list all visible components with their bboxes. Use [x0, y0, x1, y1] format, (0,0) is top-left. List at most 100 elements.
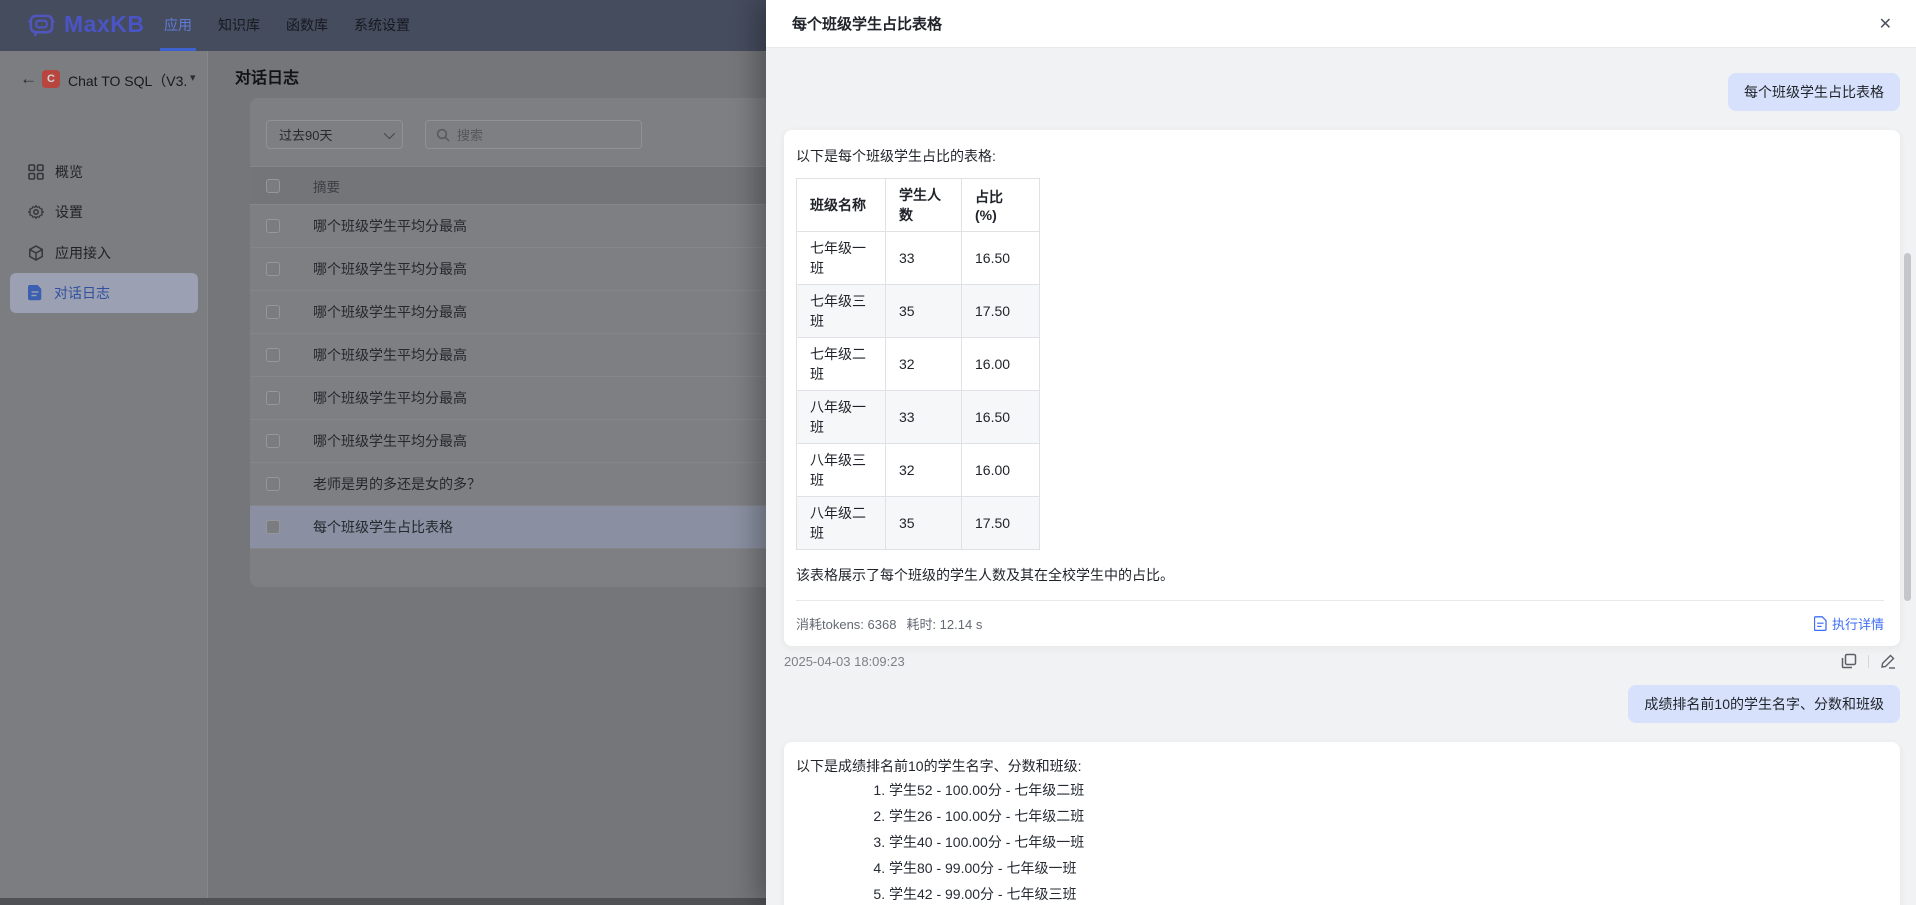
- answer-intro: 以下是成绩排名前10的学生名字、分数和班级:: [796, 756, 1884, 776]
- row-checkbox[interactable]: [266, 434, 280, 448]
- table-row[interactable]: 老师是男的多还是女的多？: [250, 463, 790, 506]
- row-summary: 老师是男的多还是女的多？: [313, 474, 481, 494]
- app-name: Chat TO SQL（V3...: [68, 71, 186, 91]
- grid-icon: [28, 164, 44, 180]
- user-message-bubble: 成绩排名前10的学生名字、分数和班级: [1628, 685, 1900, 723]
- table-row: 七年级一班3316.50: [797, 232, 1040, 285]
- conversation-panel: 每个班级学生占比表格 以下是每个班级学生占比的表格: 班级名称 学生人数 占比 …: [766, 48, 1916, 905]
- row-summary: 哪个班级学生平均分最高: [313, 431, 467, 451]
- table-row: 七年级三班3517.50: [797, 285, 1040, 338]
- table-row[interactable]: 哪个班级学生平均分最高: [250, 420, 790, 463]
- row-checkbox[interactable]: [266, 520, 280, 534]
- sidebar-item-app-access[interactable]: 应用接入: [10, 233, 198, 273]
- answer-summary: 该表格展示了每个班级的学生人数及其在全校学生中的占比。: [796, 565, 1884, 585]
- table-row[interactable]: 哪个班级学生平均分最高: [250, 377, 790, 420]
- answer-meta-footer: 消耗tokens: 6368 耗时: 12.14 s 执行详情: [796, 601, 1884, 646]
- back-arrow-icon[interactable]: ←: [20, 69, 37, 89]
- answer-intro: 以下是每个班级学生占比的表格:: [796, 146, 1884, 166]
- row-checkbox[interactable]: [266, 348, 280, 362]
- row-checkbox[interactable]: [266, 477, 280, 491]
- date-range-value: 过去90天: [279, 125, 332, 144]
- copy-icon[interactable]: [1841, 653, 1857, 669]
- cube-icon: [28, 245, 44, 261]
- sidebar-item-label: 对话日志: [54, 283, 110, 303]
- user-message-bubble: 每个班级学生占比表格: [1728, 73, 1900, 111]
- th-student-count: 学生人数: [886, 179, 962, 232]
- th-class-name: 班级名称: [797, 179, 886, 232]
- sidebar-item-settings[interactable]: 设置: [10, 192, 198, 232]
- list-item: 学生26 - 100.00分 - 七年级二班: [889, 806, 1884, 826]
- table-row[interactable]: 哪个班级学生平均分最高: [250, 205, 790, 248]
- page-title: 对话日志: [235, 64, 299, 88]
- nav-item-knowledge[interactable]: 知识库: [218, 0, 260, 51]
- table-row-selected[interactable]: 每个班级学生占比表格: [250, 506, 790, 549]
- sidebar-item-label: 应用接入: [55, 243, 111, 263]
- sidebar-item-overview[interactable]: 概览: [10, 152, 198, 192]
- row-summary: 哪个班级学生平均分最高: [313, 216, 467, 236]
- table-row[interactable]: 哪个班级学生平均分最高: [250, 334, 790, 377]
- date-range-select[interactable]: 过去90天: [266, 120, 403, 149]
- row-summary: 每个班级学生占比表格: [313, 517, 453, 537]
- divider: [1868, 655, 1869, 668]
- sidebar-item-label: 设置: [55, 202, 83, 222]
- chat-log-rows: 哪个班级学生平均分最高 哪个班级学生平均分最高 哪个班级学生平均分最高 哪个班级…: [250, 205, 790, 549]
- row-checkbox[interactable]: [266, 262, 280, 276]
- table-row: 八年级一班3316.50: [797, 391, 1040, 444]
- row-checkbox[interactable]: [266, 305, 280, 319]
- chat-detail-drawer: 每个班级学生占比表格 ✕ 每个班级学生占比表格 以下是每个班级学生占比的表格: …: [766, 0, 1916, 905]
- select-all-checkbox[interactable]: [266, 179, 280, 193]
- maxkb-logo[interactable]: MaxKB: [28, 11, 144, 38]
- row-checkbox[interactable]: [266, 391, 280, 405]
- column-header-summary: 摘要: [313, 176, 340, 196]
- close-icon[interactable]: ✕: [1879, 14, 1892, 34]
- row-summary: 哪个班级学生平均分最高: [313, 388, 467, 408]
- message-timestamp: 2025-04-03 18:09:23: [784, 654, 905, 669]
- app-switcher[interactable]: ← C Chat TO SQL（V3... ▾: [0, 65, 208, 97]
- table-row: 七年级二班3216.00: [797, 338, 1040, 391]
- time-used: 耗时: 12.14 s: [906, 614, 982, 633]
- row-summary: 哪个班级学生平均分最高: [313, 259, 467, 279]
- ai-answer-card: 以下是成绩排名前10的学生名字、分数和班级: 学生52 - 100.00分 - …: [784, 742, 1900, 905]
- ai-answer-card: 以下是每个班级学生占比的表格: 班级名称 学生人数 占比 (%) 七年级一班33…: [784, 130, 1900, 646]
- doc-icon: [28, 285, 43, 301]
- row-summary: 哪个班级学生平均分最高: [313, 302, 467, 322]
- drawer-scrollbar[interactable]: [1904, 253, 1911, 601]
- message-meta-row: 2025-04-03 18:09:23: [784, 653, 1900, 669]
- table-row[interactable]: 哪个班级学生平均分最高: [250, 291, 790, 334]
- table-row: 八年级二班3517.50: [797, 497, 1040, 550]
- window-bottom-edge: [0, 898, 766, 905]
- top-students-list: 学生52 - 100.00分 - 七年级二班 学生26 - 100.00分 - …: [796, 780, 1884, 905]
- logo-text: MaxKB: [64, 11, 144, 38]
- table-row: 八年级三班3216.00: [797, 444, 1040, 497]
- nav-item-apps[interactable]: 应用: [164, 0, 192, 51]
- table-header-row: 摘要: [250, 166, 790, 205]
- execution-detail-link[interactable]: 执行详情: [1814, 614, 1884, 633]
- search-input[interactable]: 搜索: [425, 120, 642, 149]
- chevron-down-icon[interactable]: ▾: [190, 71, 196, 84]
- tokens-used: 消耗tokens: 6368: [796, 614, 896, 633]
- edit-pencil-icon[interactable]: [1880, 653, 1896, 669]
- document-icon: [1814, 616, 1827, 631]
- chevron-down-icon: [384, 127, 395, 138]
- sidebar-item-chat-logs[interactable]: 对话日志: [10, 273, 198, 313]
- th-ratio: 占比 (%): [962, 179, 1040, 232]
- app-sidebar: ← C Chat TO SQL（V3... ▾ 概览 设置: [0, 51, 208, 905]
- sidebar-item-label: 概览: [55, 162, 83, 182]
- list-item: 学生40 - 100.00分 - 七年级一班: [889, 832, 1884, 852]
- maxkb-robot-icon: [28, 11, 55, 38]
- nav-menu: 应用 知识库 函数库 系统设置: [164, 0, 410, 51]
- table-row[interactable]: 哪个班级学生平均分最高: [250, 248, 790, 291]
- nav-item-functions[interactable]: 函数库: [286, 0, 328, 51]
- search-icon: [436, 128, 450, 142]
- chat-log-list-card: 过去90天 搜索 摘要 哪个班级学生平均分最高 哪个班级学生平均分最高 哪个班级…: [250, 98, 790, 587]
- class-ratio-table: 班级名称 学生人数 占比 (%) 七年级一班3316.50 七年级三班3517.…: [796, 178, 1040, 550]
- search-placeholder: 搜索: [457, 125, 483, 144]
- nav-item-settings[interactable]: 系统设置: [354, 0, 410, 51]
- row-summary: 哪个班级学生平均分最高: [313, 345, 467, 365]
- drawer-title: 每个班级学生占比表格: [792, 13, 942, 34]
- drawer-header: 每个班级学生占比表格 ✕: [766, 0, 1916, 48]
- app-avatar: C: [42, 70, 60, 88]
- gear-icon: [28, 204, 44, 220]
- row-checkbox[interactable]: [266, 219, 280, 233]
- list-item: 学生52 - 100.00分 - 七年级二班: [889, 780, 1884, 800]
